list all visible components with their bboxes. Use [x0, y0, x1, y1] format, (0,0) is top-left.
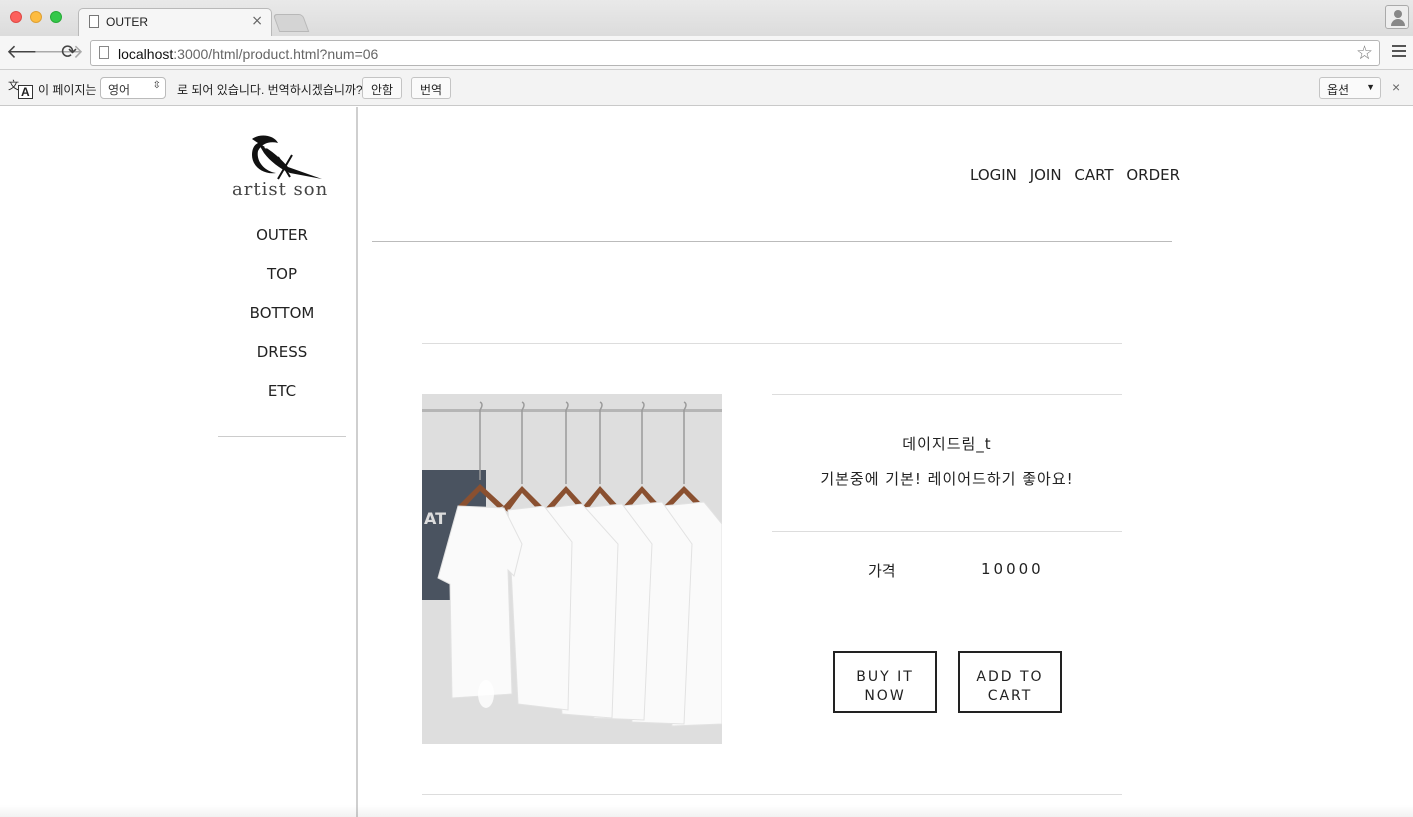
category-outer[interactable]: OUTER	[218, 225, 346, 264]
order-link[interactable]: ORDER	[1126, 166, 1180, 184]
reload-icon[interactable]: ⟳	[61, 41, 77, 63]
language-select[interactable]: 영어 ⇳	[100, 77, 166, 99]
page-icon	[99, 46, 109, 59]
price-value: 10000	[981, 560, 1044, 578]
buy-now-button[interactable]: BUY IT NOW	[833, 651, 937, 713]
bookmark-star-icon[interactable]: ☆	[1356, 42, 1373, 64]
minimize-window-button[interactable]	[30, 11, 42, 23]
translate-icon: 文A	[8, 77, 33, 99]
join-link[interactable]: JOIN	[1030, 166, 1062, 184]
menu-icon[interactable]	[1392, 45, 1406, 60]
browser-tab[interactable]: OUTER ×	[78, 8, 272, 36]
decline-translate-button[interactable]: 안함	[362, 77, 403, 99]
category-bottom[interactable]: BOTTOM	[218, 303, 346, 342]
browser-toolbar: 🡐 🡒 ⟳ localhost:3000/html/product.html?n…	[0, 36, 1413, 70]
product-name: 데이지드림_t	[902, 435, 992, 453]
product-image: AT	[422, 394, 722, 744]
page: artist son OUTER TOP BOTTOM DRESS ETC LO…	[0, 107, 1413, 817]
new-tab-button[interactable]	[272, 14, 310, 32]
maximize-window-button[interactable]	[50, 11, 62, 23]
category-dress[interactable]: DRESS	[218, 342, 346, 381]
browser-tabbar: OUTER ×	[0, 0, 1413, 36]
close-translate-icon[interactable]: ×	[1392, 79, 1400, 95]
left-sidebar: artist son OUTER TOP BOTTOM DRESS ETC	[0, 107, 358, 817]
translate-suffix: 로 되어 있습니다. 번역하시겠습니까?	[177, 83, 363, 97]
logo-text: artist son	[232, 179, 329, 200]
translate-prefix: 이 페이지는	[38, 83, 97, 97]
sidebar-divider	[218, 436, 346, 437]
tab-close-icon[interactable]: ×	[251, 13, 263, 29]
profile-icon[interactable]	[1385, 5, 1409, 29]
header-divider	[372, 241, 1172, 242]
price-label: 가격	[868, 562, 896, 580]
buy-label-line2: NOW	[864, 687, 906, 704]
page-icon	[89, 15, 99, 28]
translate-bar: 文A 이 페이지는 영어 ⇳ 로 되어 있습니다. 번역하시겠습니까? 안함 번역…	[0, 70, 1413, 106]
cart-label-line2: CART	[987, 687, 1033, 704]
options-select[interactable]: 옵션 ▼	[1319, 77, 1381, 99]
category-etc[interactable]: ETC	[218, 381, 346, 420]
cart-link[interactable]: CART	[1074, 166, 1113, 184]
tab-title: OUTER	[106, 15, 148, 29]
login-link[interactable]: LOGIN	[970, 166, 1017, 184]
info-divider-top	[772, 394, 1122, 395]
address-bar[interactable]: localhost:3000/html/product.html?num=06 …	[90, 40, 1380, 66]
top-menu: LOGIN JOIN CART ORDER	[970, 166, 1188, 184]
cart-label-line1: ADD TO	[976, 668, 1044, 685]
add-to-cart-button[interactable]: ADD TO CART	[958, 651, 1062, 713]
svg-text:AT: AT	[424, 509, 446, 528]
category-top[interactable]: TOP	[218, 264, 346, 303]
product-description: 기본중에 기본! 레이어드하기 좋아요!	[820, 470, 1074, 488]
category-nav: OUTER TOP BOTTOM DRESS ETC	[218, 225, 346, 420]
bird-logo-icon	[252, 135, 322, 180]
content-divider	[422, 343, 1122, 344]
info-divider-middle	[772, 531, 1122, 532]
close-window-button[interactable]	[10, 11, 22, 23]
url-text: localhost:3000/html/product.html?num=06	[118, 46, 379, 62]
translate-button[interactable]: 번역	[411, 77, 452, 99]
content-divider-bottom	[422, 794, 1122, 795]
buy-label-line1: BUY IT	[856, 668, 914, 685]
brand-logo[interactable]: artist son	[230, 133, 330, 203]
